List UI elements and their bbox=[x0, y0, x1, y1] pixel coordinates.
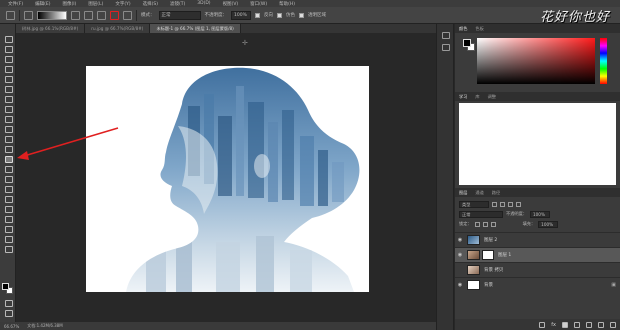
adjustment-layer-icon[interactable] bbox=[574, 321, 580, 328]
blend-row: 正常 不透明度： 100% bbox=[459, 210, 550, 218]
layer-style-button[interactable]: fx bbox=[551, 322, 556, 328]
color-panel-tabs: 颜色 色板 bbox=[455, 24, 620, 33]
history-icon[interactable] bbox=[442, 32, 450, 39]
layer-thumbnail bbox=[467, 235, 480, 245]
properties-icon[interactable] bbox=[442, 44, 450, 51]
lock-all-icon[interactable] bbox=[490, 221, 496, 227]
tab-color[interactable]: 颜色 bbox=[459, 26, 467, 32]
fill-input[interactable]: 100% bbox=[538, 220, 559, 228]
fill-label: 填充： bbox=[522, 221, 536, 226]
visibility-eye-icon[interactable]: ◉ bbox=[455, 252, 465, 258]
layer-row-selected[interactable]: ◉ 图层 1 bbox=[455, 247, 620, 262]
lock-position-icon[interactable] bbox=[482, 221, 488, 227]
lock-icon: ▣ bbox=[611, 282, 616, 288]
learn-content bbox=[459, 103, 616, 185]
tab-layers[interactable]: 图层 bbox=[459, 190, 467, 196]
document-size: 文档:1.42M/6.38M bbox=[27, 323, 63, 328]
layers-panel: 图层 通道 路径 类型 正常 不透明度： 100% 锁定： 填充： 100% ◉ bbox=[455, 188, 620, 330]
new-layer-icon[interactable] bbox=[598, 321, 604, 328]
tab-paths[interactable]: 路径 bbox=[492, 190, 500, 196]
layer-kind-filter[interactable]: 类型 bbox=[459, 200, 489, 208]
link-layers-icon[interactable] bbox=[539, 321, 546, 328]
layers-footer: fx bbox=[455, 319, 620, 330]
lock-pixels-icon[interactable] bbox=[474, 221, 480, 227]
learn-panel: 学习 库 调整 bbox=[455, 92, 620, 188]
blend-mode-select[interactable]: 正常 bbox=[459, 210, 503, 218]
add-mask-icon[interactable] bbox=[562, 321, 568, 328]
layer-row[interactable]: ◉ 图层 2 bbox=[455, 232, 620, 247]
tab-channels[interactable]: 通道 bbox=[475, 190, 483, 196]
color-panel: 颜色 色板 bbox=[455, 24, 620, 92]
visibility-eye-icon[interactable]: ◉ bbox=[455, 237, 465, 243]
tab-swatches[interactable]: 色板 bbox=[475, 26, 483, 32]
layer-row[interactable]: ◉ 背景 ▣ bbox=[455, 277, 620, 292]
learn-panel-tabs: 学习 库 调整 bbox=[455, 92, 620, 101]
new-group-icon[interactable] bbox=[586, 321, 592, 328]
layer-thumbnail bbox=[467, 250, 480, 260]
layer-mask-thumbnail[interactable] bbox=[482, 250, 494, 260]
layer-thumbnail bbox=[467, 280, 480, 290]
arrow-to-gradient-tool bbox=[23, 127, 119, 157]
layer-opacity-label: 不透明度： bbox=[506, 211, 527, 216]
trash-icon[interactable] bbox=[610, 321, 616, 328]
lock-row: 锁定： 填充： 100% bbox=[459, 220, 559, 228]
lock-label: 锁定： bbox=[459, 221, 472, 226]
layers-panel-tabs: 图层 通道 路径 bbox=[455, 188, 620, 197]
layer-name[interactable]: 背景 拷贝 bbox=[484, 267, 503, 273]
layer-row[interactable]: 背景 拷贝 bbox=[455, 262, 620, 277]
collapsed-panel-strip bbox=[436, 24, 454, 330]
tab-libraries[interactable]: 库 bbox=[475, 94, 479, 100]
filter-adjustment-icon[interactable] bbox=[500, 201, 505, 207]
filter-type-icon[interactable] bbox=[508, 201, 513, 207]
tab-learn[interactable]: 学习 bbox=[459, 94, 467, 100]
status-bar: 66.67% 文档:1.42M/6.38M bbox=[0, 322, 440, 330]
filter-pixel-icon[interactable] bbox=[492, 201, 497, 207]
zoom-level[interactable]: 66.67% bbox=[4, 324, 19, 329]
arrowhead-left bbox=[17, 151, 29, 160]
right-panels: 颜色 色板 学习 库 调整 图层 通道 路径 类型 正常 不透明度： 100% … bbox=[455, 24, 620, 330]
panel-foreground-swatch[interactable] bbox=[463, 39, 471, 47]
visibility-eye-icon[interactable]: ◉ bbox=[455, 282, 465, 288]
hue-slider[interactable] bbox=[600, 38, 607, 84]
filter-shape-icon[interactable] bbox=[516, 201, 521, 207]
color-field[interactable] bbox=[477, 38, 595, 84]
tab-adjustments[interactable]: 调整 bbox=[488, 94, 496, 100]
layer-filter-row: 类型 bbox=[459, 200, 521, 208]
layer-name[interactable]: 背景 bbox=[484, 282, 493, 288]
layer-opacity-input[interactable]: 100% bbox=[529, 210, 550, 218]
layer-name[interactable]: 图层 2 bbox=[484, 237, 497, 243]
layer-name[interactable]: 图层 1 bbox=[498, 252, 511, 258]
layer-thumbnail bbox=[467, 265, 480, 275]
